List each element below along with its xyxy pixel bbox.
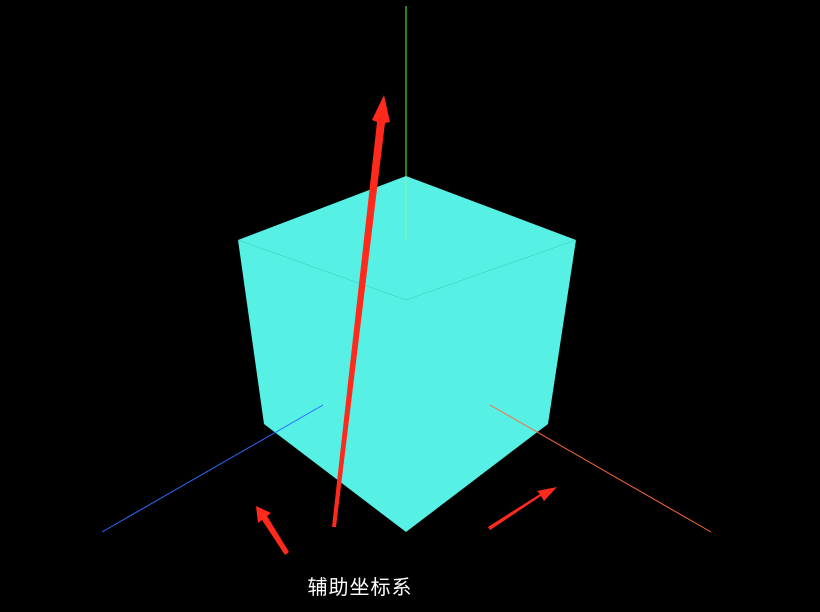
3d-viewport[interactable]: 辅助坐标系 [0,0,820,612]
arrow-icon [488,487,557,530]
scene-canvas [101,6,712,555]
arrow-icon [256,506,289,555]
caption-label: 辅助坐标系 [307,575,413,599]
z-axis-line [101,404,324,533]
x-axis-line [489,404,712,533]
